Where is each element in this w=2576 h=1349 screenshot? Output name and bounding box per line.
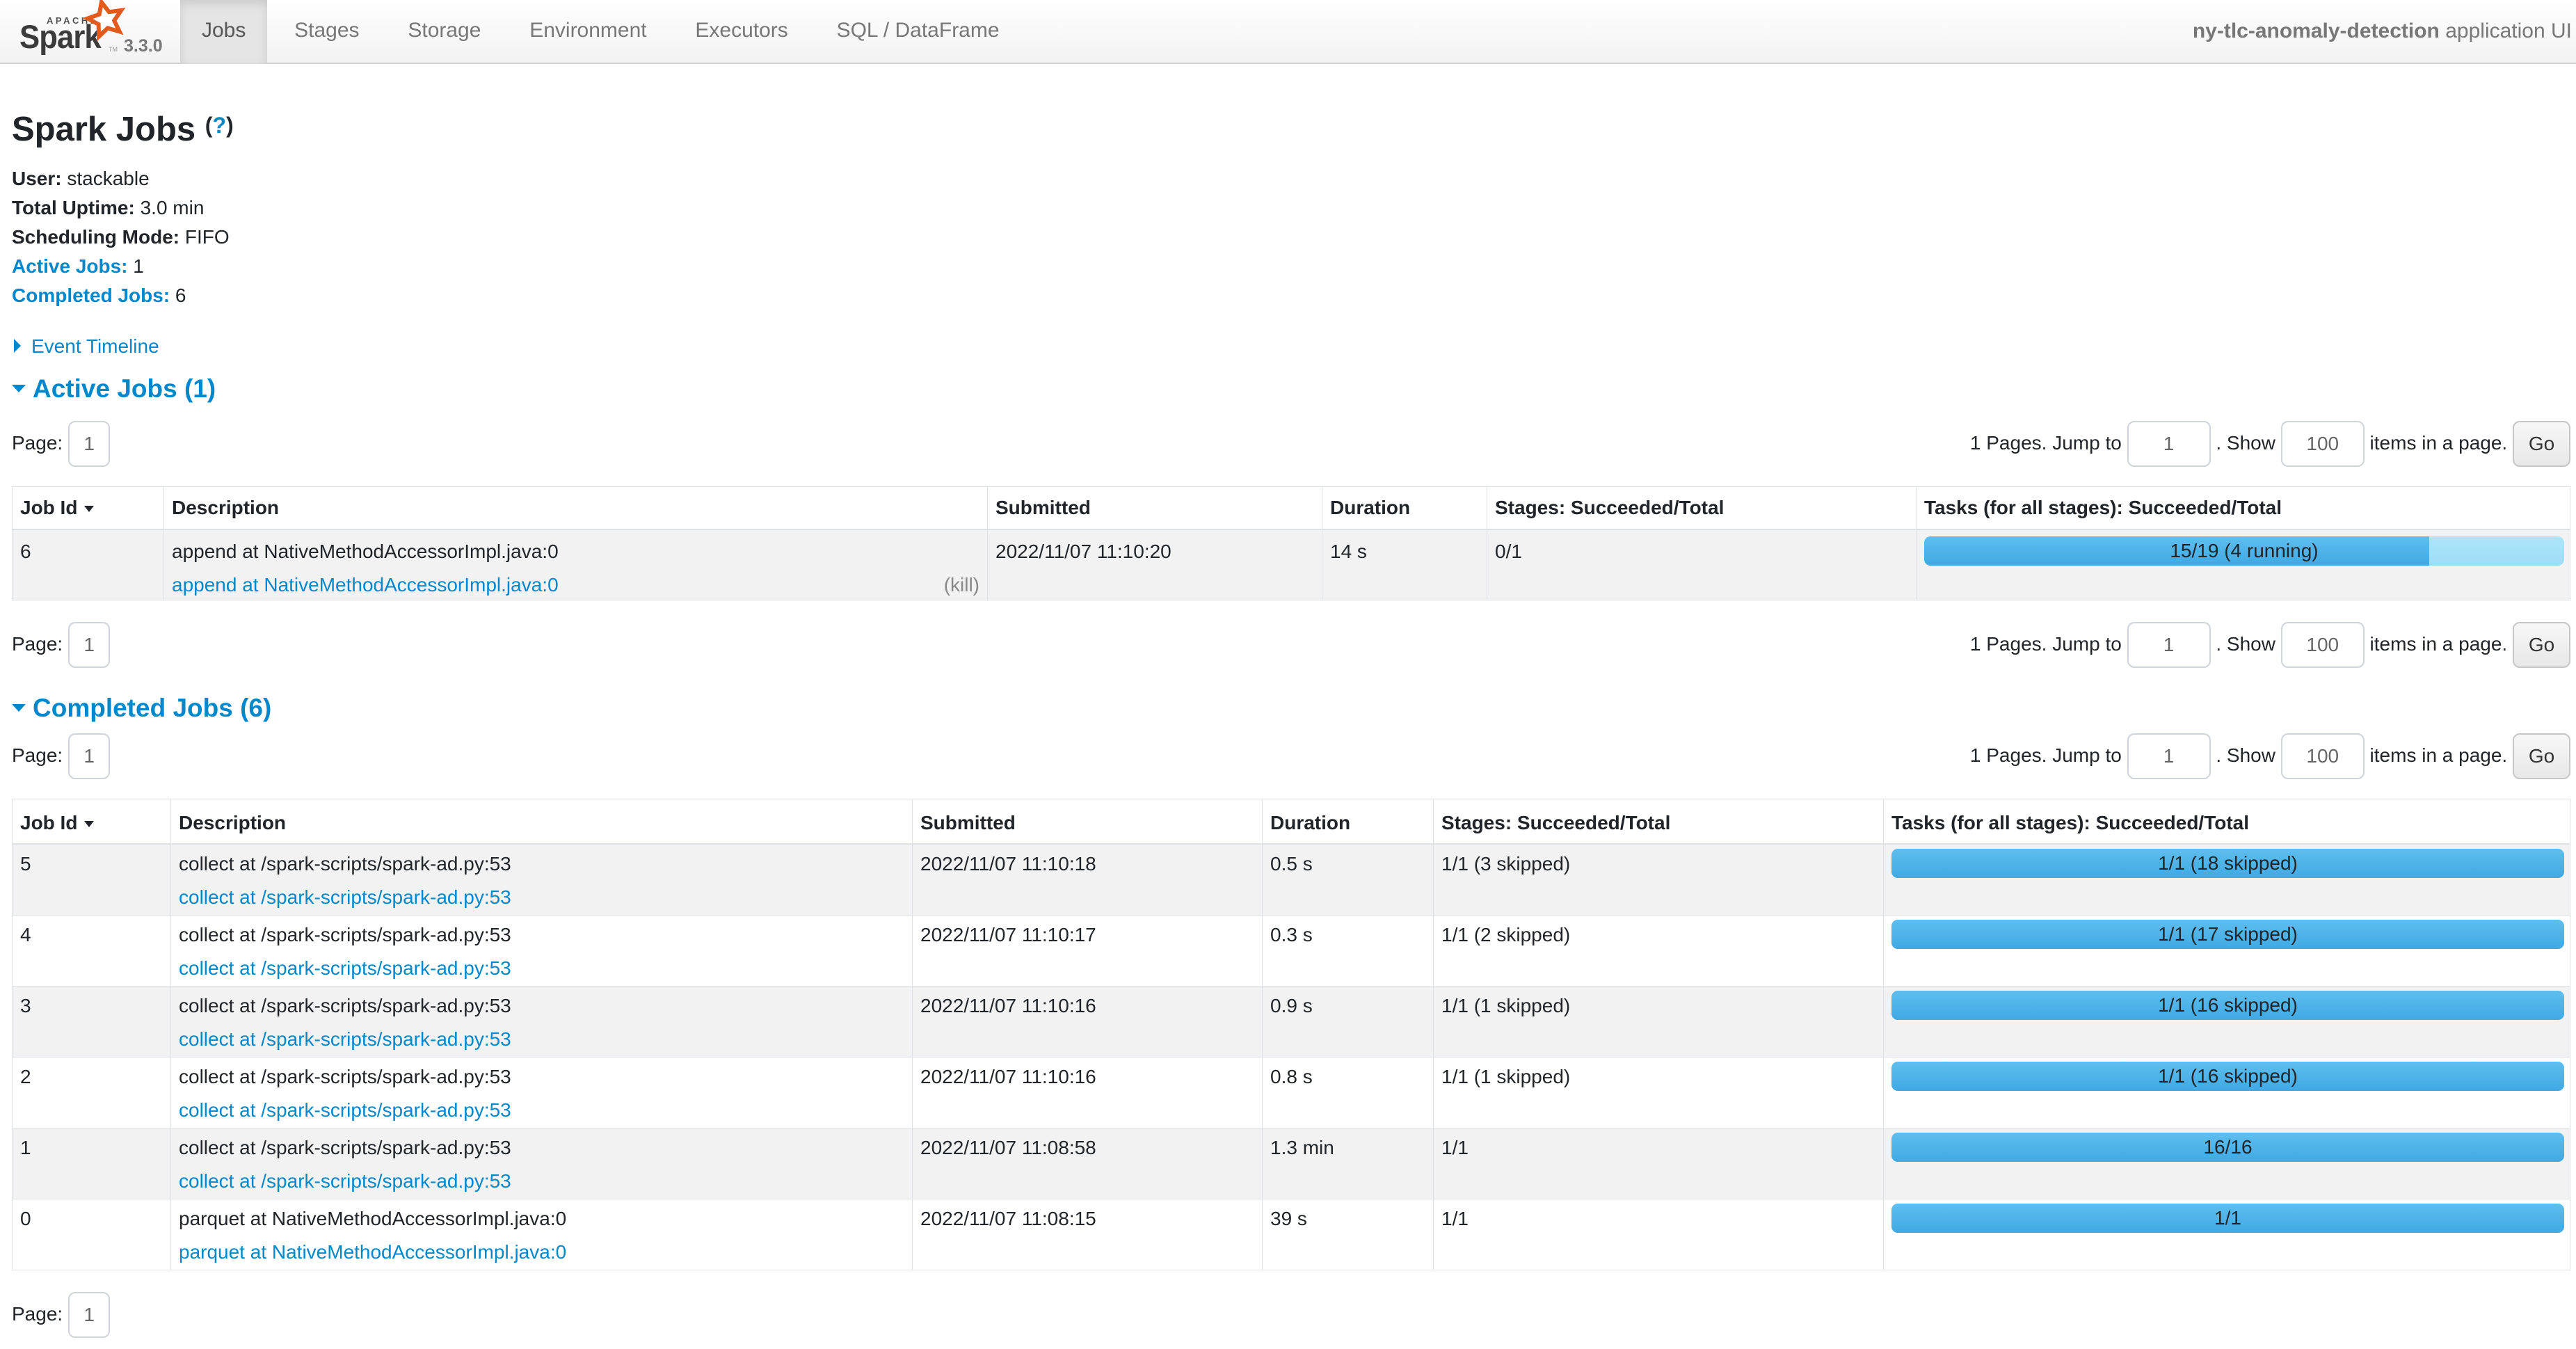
svg-text:Spark: Spark <box>19 19 102 56</box>
svg-text:TM: TM <box>109 46 118 53</box>
